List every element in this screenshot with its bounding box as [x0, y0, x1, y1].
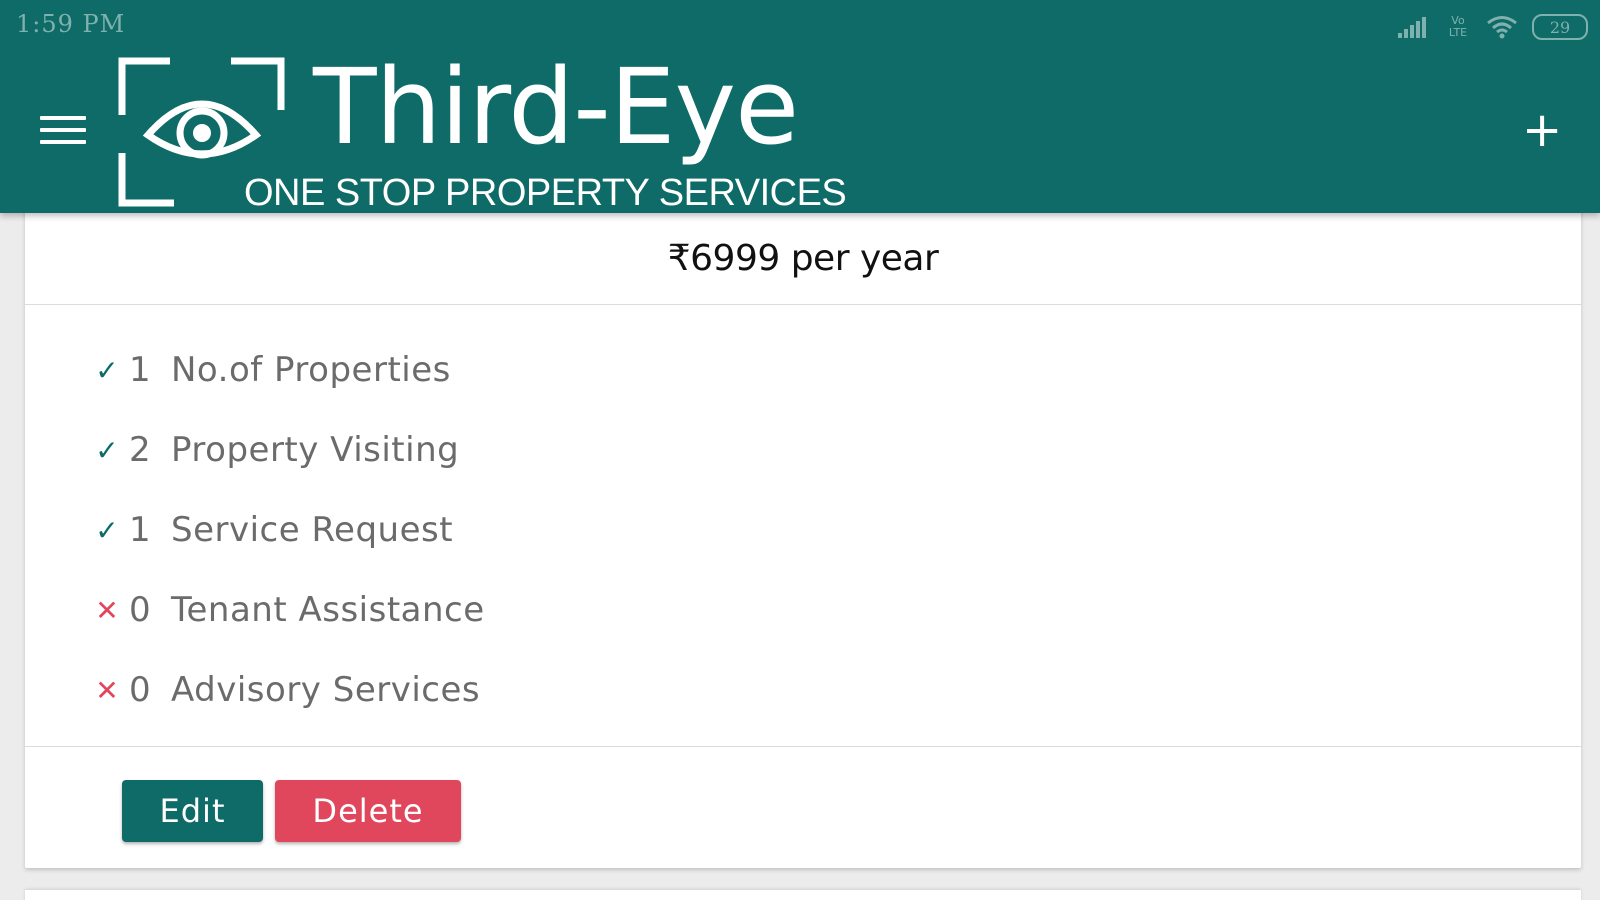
feature-count: 1: [129, 510, 151, 550]
next-plan-card: [25, 890, 1581, 900]
feature-label: Service Request: [171, 510, 454, 550]
plan-price: ₹6999 per year: [667, 238, 939, 279]
wifi-icon: [1487, 16, 1517, 39]
status-icons: Vo LTE 29: [1396, 12, 1588, 42]
brand-tagline: ONE STOP PROPERTY SERVICES: [244, 172, 847, 214]
battery-icon: 29: [1532, 14, 1588, 40]
check-icon: ✓: [95, 513, 119, 547]
list-item: ✓ 2 Property Visiting: [87, 410, 485, 490]
feature-label: Property Visiting: [171, 430, 460, 470]
cross-icon: ✕: [95, 673, 119, 707]
plan-card: ₹6999 per year ✓ 1 No.of Properties ✓ 2 …: [25, 180, 1581, 868]
feature-count: 0: [129, 670, 151, 710]
add-icon[interactable]: +: [1522, 106, 1562, 154]
brand-title: Third-Eye: [313, 46, 799, 168]
list-item: ✕ 0 Advisory Services: [87, 650, 485, 730]
menu-icon[interactable]: [40, 116, 86, 152]
check-icon: ✓: [95, 433, 119, 467]
feature-label: No.of Properties: [171, 350, 451, 390]
feature-label: Advisory Services: [171, 670, 481, 710]
feature-label: Tenant Assistance: [171, 590, 485, 630]
app-bar: 1:59 PM Vo LTE 29 Third-Eye ONE STOP PRO…: [0, 0, 1600, 215]
brand-logo: Third-Eye ONE STOP PROPERTY SERVICES: [118, 46, 847, 215]
edit-button[interactable]: Edit: [122, 780, 263, 842]
feature-count: 2: [129, 430, 151, 470]
delete-button[interactable]: Delete: [275, 780, 461, 842]
cross-icon: ✕: [95, 593, 119, 627]
list-item: ✓ 1 No.of Properties: [87, 330, 485, 410]
signal-icon: [1398, 17, 1426, 38]
check-icon: ✓: [95, 353, 119, 387]
volte-icon: Vo LTE: [1448, 14, 1468, 39]
price-row: ₹6999 per year: [25, 213, 1581, 305]
status-time: 1:59 PM: [16, 10, 126, 38]
battery-level: 29: [1549, 17, 1571, 37]
status-bar: 1:59 PM Vo LTE 29: [0, 0, 1600, 50]
list-item: ✕ 0 Tenant Assistance: [87, 570, 485, 650]
card-actions: Edit Delete: [25, 746, 1581, 868]
feature-count: 0: [129, 590, 151, 630]
list-item: ✓ 1 Service Request: [87, 490, 485, 570]
feature-count: 1: [129, 350, 151, 390]
feature-list: ✓ 1 No.of Properties ✓ 2 Property Visiti…: [87, 330, 485, 730]
